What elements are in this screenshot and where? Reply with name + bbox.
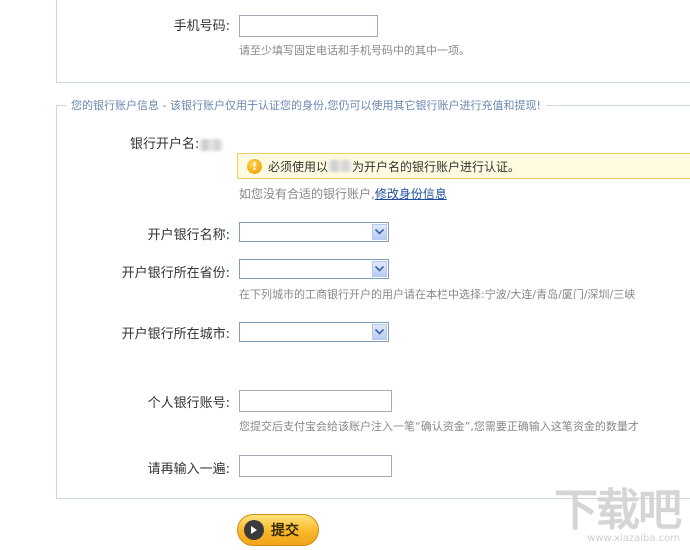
account-hint: 您提交后支付宝会给该账户注入一笔“确认资金”,您需要正确输入这笔资金的数量才 [239, 420, 639, 433]
warning-icon: ! [247, 158, 262, 174]
province-select[interactable] [239, 259, 389, 279]
chevron-down-icon [372, 324, 387, 340]
phone-label: 手机号码: [173, 19, 230, 34]
warning-prefix: 必须使用以 [268, 159, 329, 174]
no-account-hint: 如您没有合适的银行账户,修改身份信息 [239, 185, 447, 202]
confirm-account-label: 请再输入一遍: [147, 462, 230, 477]
watermark: 下载吧 www.xiazaiba.com [554, 485, 682, 545]
bank-name-label: 开户银行名称: [147, 228, 230, 243]
city-select[interactable] [239, 322, 389, 342]
blurred-account-name [199, 138, 224, 151]
account-name-label-text: 银行开户名: [130, 137, 200, 152]
bank-name-select[interactable] [239, 222, 389, 242]
watermark-logo: 下载吧 [554, 485, 682, 536]
confirm-account-input[interactable] [239, 455, 392, 477]
chevron-down-icon [372, 261, 387, 277]
no-account-text: 如您没有合适的银行账户, [239, 187, 375, 201]
account-name-label: 银行开户名: [130, 133, 238, 152]
warning-suffix: 为开户名的银行账户进行认证。 [352, 159, 521, 174]
blurred-name-in-warning [328, 160, 353, 172]
account-number-input[interactable] [239, 390, 392, 412]
phone-input[interactable] [239, 15, 378, 37]
chevron-down-icon [372, 224, 387, 240]
submit-button[interactable]: 提交 [237, 514, 319, 546]
bank-legend: 您的银行账户信息 - 该银行账户仅用于认证您的身份,您仍可以使用其它银行账户进行… [66, 97, 546, 113]
province-hint: 在下列城市的工商银行开户的用户请在本栏中选择:宁波/大连/青岛/厦门/深圳/三峡 [239, 288, 636, 301]
province-label: 开户银行所在省份: [121, 266, 230, 281]
modify-identity-link[interactable]: 修改身份信息 [375, 187, 447, 201]
account-number-label: 个人银行账号: [147, 396, 230, 411]
submit-label: 提交 [271, 523, 299, 539]
phone-hint: 请至少填写固定电话和手机号码中的其中一项。 [239, 44, 470, 57]
play-icon [244, 520, 264, 540]
city-label: 开户银行所在城市: [121, 327, 230, 342]
warning-banner: ! 必须使用以 为开户名的银行账户进行认证。 [237, 153, 690, 179]
